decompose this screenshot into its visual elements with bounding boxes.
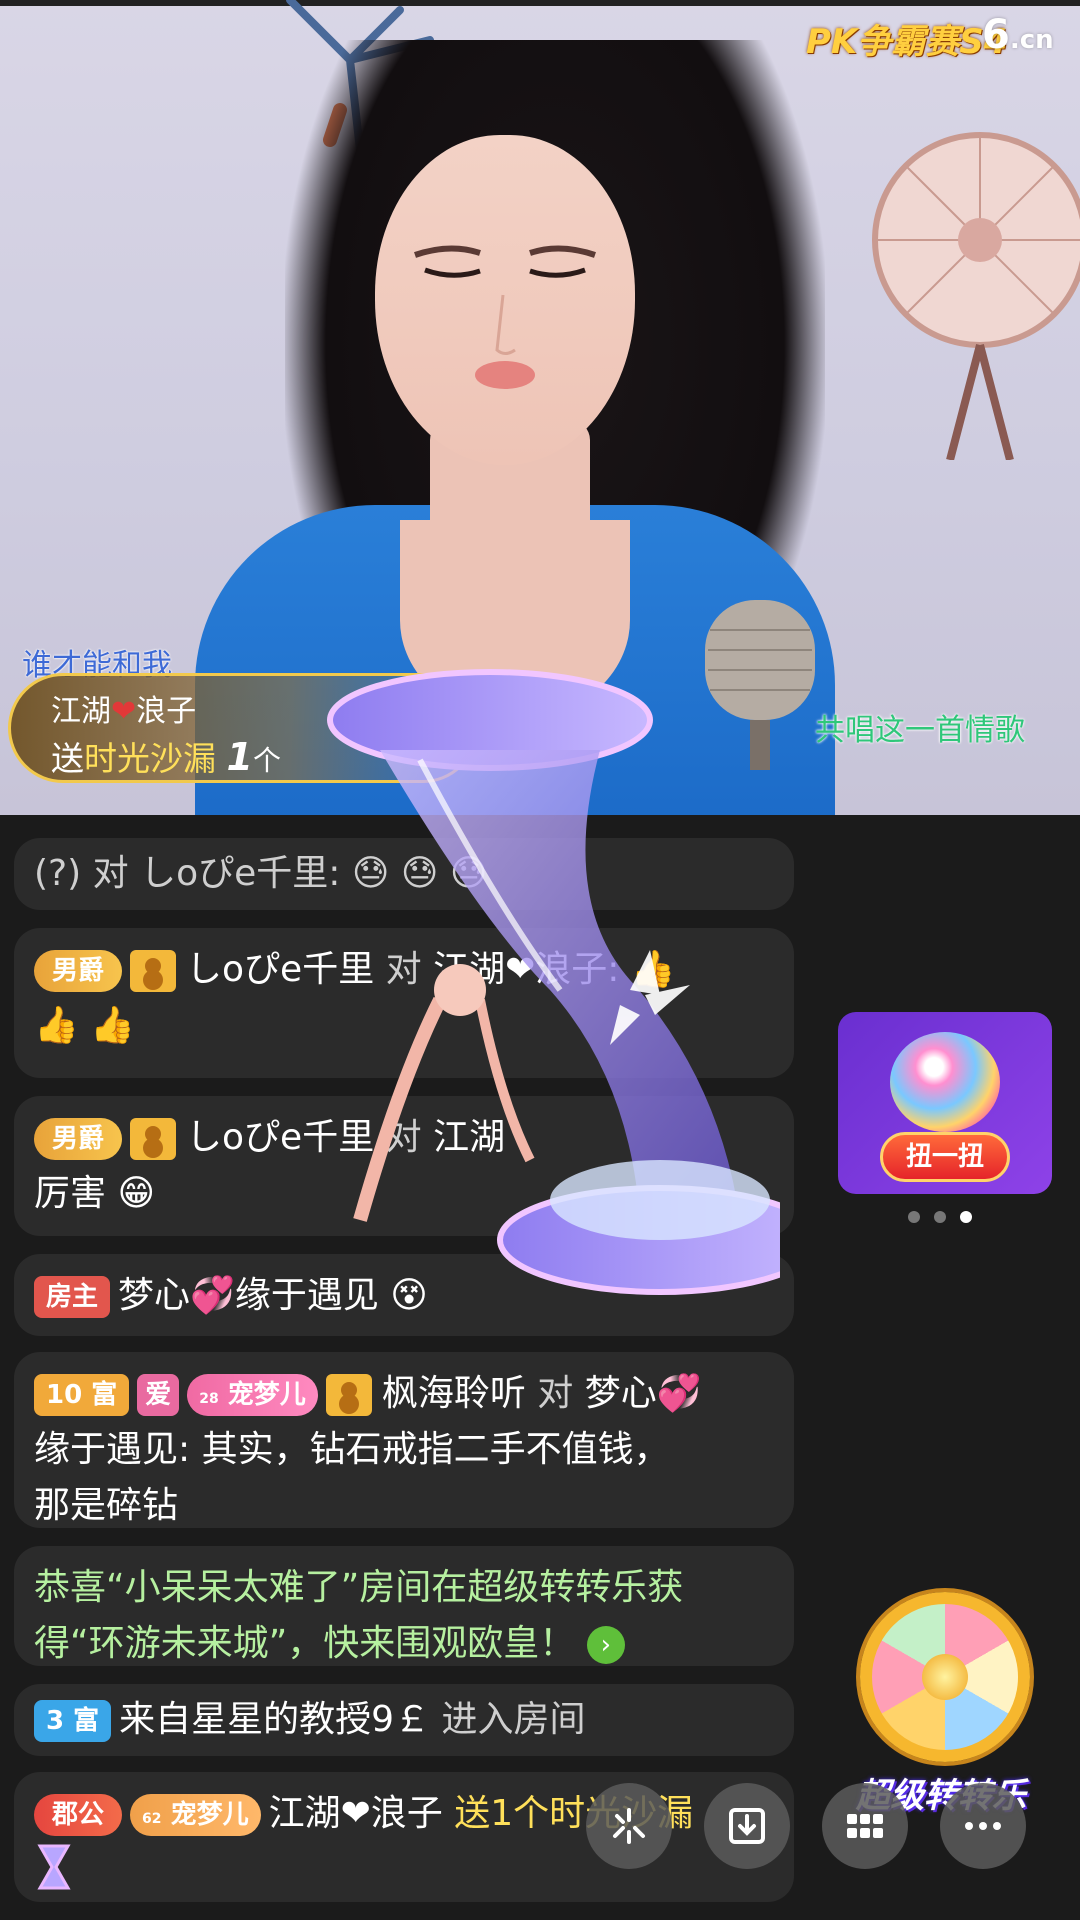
announcement-line2: 得“环游未来城”，快来围观欧皇！ bbox=[34, 1623, 576, 1664]
thumbs-up-icon: 👍 👍 bbox=[34, 1005, 136, 1046]
announcement-text: 恭喜“小呆呆太难了”房间在超级转转乐获 得“环游未来城”，快来围观欧皇！ › bbox=[34, 1560, 774, 1672]
gift-send-prefix: 送 bbox=[51, 739, 84, 778]
more-icon bbox=[965, 1822, 1001, 1830]
wealth-badge: 3 富 bbox=[34, 1700, 112, 1742]
msg-body-cont: 那是碎钻 bbox=[34, 1485, 179, 1526]
msg-target[interactable]: 江湖❤浪子 bbox=[433, 949, 607, 990]
msg-connector: 对 bbox=[525, 1373, 585, 1414]
event-logo: PK争霸赛S4 bbox=[806, 22, 1008, 62]
msg-username[interactable]: しoぴe千里 bbox=[186, 1117, 374, 1158]
emoji-group: 😓 😓 😓 bbox=[351, 853, 488, 894]
gift-count: 1 bbox=[226, 735, 253, 779]
msg-username[interactable]: しoぴe千里 bbox=[140, 853, 328, 894]
chat-message: 男爵 しoぴe千里 对 江湖 厉害 😁 bbox=[14, 1096, 794, 1236]
msg-prefix: (?) 对 bbox=[34, 853, 141, 894]
wheel-hub bbox=[922, 1654, 968, 1700]
chat-message-text: 10 富爱 28 宠梦儿 枫海聆听 对 梦心💞 缘于遇见: 其实，钻石戒指二手不值钱… bbox=[34, 1366, 774, 1534]
chat-message-text: 房主 梦心💞缘于遇见 😵 bbox=[34, 1268, 774, 1324]
user-icon bbox=[130, 950, 177, 992]
msg-body: 缘于遇见: 其实，钻石戒指二手不值钱， bbox=[34, 1429, 670, 1470]
heart-icon: ❤ bbox=[111, 694, 137, 729]
pet-badge: 62 宠梦儿 bbox=[130, 1794, 261, 1836]
chat-message: 3 富来自星星的教授9￡ 进入房间 bbox=[14, 1684, 794, 1756]
user-icon bbox=[130, 1118, 177, 1160]
gift-sender-name-a: 江湖 bbox=[51, 694, 111, 729]
announcement-line1: 恭喜“小呆呆太难了”房间在超级转转乐获 bbox=[34, 1567, 684, 1608]
site-logo-tld: .cn bbox=[1009, 25, 1054, 55]
wealth-badge: 10 富 bbox=[34, 1374, 130, 1416]
gift-name: 时光沙漏 bbox=[84, 739, 216, 778]
chat-message: 郡公 62 宠梦儿 江湖❤浪子 送1个时光沙漏 bbox=[14, 1772, 794, 1902]
msg-body: 进入房间 bbox=[430, 1699, 586, 1740]
dizzy-face-icon: 😵 bbox=[390, 1275, 428, 1316]
carousel-dot-active bbox=[960, 1211, 972, 1223]
system-announcement[interactable]: 恭喜“小呆呆太难了”房间在超级转转乐获 得“环游未来城”，快来围观欧皇！ › bbox=[14, 1546, 794, 1666]
carousel-dot bbox=[934, 1211, 946, 1223]
grid-icon bbox=[847, 1814, 883, 1838]
love-badge: 爱 bbox=[137, 1374, 180, 1416]
share-icon bbox=[613, 1808, 645, 1844]
chat-message-text: 男爵 しoぴe千里 对 江湖❤浪子: 👍 👍 👍 bbox=[34, 942, 774, 1054]
gift-sender: 江湖❤浪子 bbox=[51, 686, 196, 730]
msg-body: 厉害 bbox=[34, 1173, 107, 1214]
thumbs-up-icon: 👍 bbox=[630, 949, 676, 990]
site-logo: 6.cn bbox=[982, 12, 1054, 58]
download-button[interactable] bbox=[704, 1783, 790, 1869]
pet-badge-label: 宠梦儿 bbox=[227, 1380, 306, 1410]
gift-unit: 个 bbox=[252, 744, 281, 777]
chat-message-text: 3 富来自星星的教授9￡ 进入房间 bbox=[34, 1692, 774, 1748]
pet-badge-level: 28 bbox=[199, 1391, 219, 1407]
gift-description: 送时光沙漏 1个 bbox=[51, 732, 281, 780]
msg-target[interactable]: 江湖 bbox=[433, 1117, 505, 1158]
share-button[interactable] bbox=[586, 1783, 672, 1869]
msg-username[interactable]: 来自星星的教授9￡ bbox=[119, 1699, 430, 1740]
chat-message: 男爵 しoぴe千里 对 江湖❤浪子: 👍 👍 👍 bbox=[14, 928, 794, 1078]
msg-username[interactable]: 枫海聆听 bbox=[382, 1373, 526, 1414]
msg-connector: 对 bbox=[374, 949, 434, 990]
more-button[interactable] bbox=[940, 1783, 1026, 1869]
pet-badge: 28 宠梦儿 bbox=[187, 1374, 318, 1416]
chat-message: (?) 对 しoぴe千里: 😓 😓 😓 bbox=[14, 838, 794, 910]
msg-colon: : bbox=[607, 949, 620, 990]
user-icon bbox=[325, 1374, 372, 1416]
pet-badge-level: 62 bbox=[142, 1811, 162, 1827]
twist-button[interactable]: 扭一扭 bbox=[880, 1132, 1010, 1182]
chat-message-text: 男爵 しoぴe千里 对 江湖 厉害 😁 bbox=[34, 1110, 774, 1222]
live-video[interactable]: PK争霸赛S4 6.cn 谁才能和我 共唱这一首情歌 江湖❤浪子 送时光沙漏 1… bbox=[0, 0, 1080, 815]
chat-message-text: (?) 对 しoぴe千里: 😓 😓 😓 bbox=[34, 846, 774, 902]
rank-badge: 郡公 bbox=[34, 1794, 123, 1836]
status-bar bbox=[0, 0, 1080, 6]
chat-message: 10 富爱 28 宠梦儿 枫海聆听 对 梦心💞 缘于遇见: 其实，钻石戒指二手不值钱… bbox=[14, 1352, 794, 1528]
rank-badge: 男爵 bbox=[34, 950, 123, 992]
hourglass-gift-icon bbox=[37, 1844, 71, 1890]
msg-target[interactable]: 梦心💞 bbox=[585, 1373, 702, 1414]
pet-badge-label: 宠梦儿 bbox=[170, 1800, 249, 1830]
msg-username[interactable]: しoぴe千里 bbox=[186, 949, 374, 990]
grin-icon: 😁 bbox=[117, 1173, 155, 1214]
gift-notification-banner: 江湖❤浪子 送时光沙漏 1个 bbox=[8, 673, 478, 783]
carousel-indicator bbox=[908, 1208, 986, 1227]
arrow-right-icon[interactable]: › bbox=[586, 1626, 625, 1664]
msg-username[interactable]: 江湖❤浪子 bbox=[269, 1793, 443, 1834]
rank-badge: 男爵 bbox=[34, 1118, 123, 1160]
lyric-caption-right: 共唱这一首情歌 bbox=[815, 713, 1025, 748]
gacha-ball-icon bbox=[890, 1032, 1000, 1132]
download-icon bbox=[729, 1808, 765, 1844]
apps-button[interactable] bbox=[822, 1783, 908, 1869]
host-badge: 房主 bbox=[34, 1276, 111, 1318]
msg-colon: : bbox=[328, 853, 341, 894]
microphone bbox=[705, 600, 815, 770]
site-logo-main: 6 bbox=[982, 12, 1010, 58]
msg-body: 梦心💞缘于遇见 bbox=[118, 1275, 379, 1316]
gift-sender-name-b: 浪子 bbox=[136, 694, 197, 729]
fan-decoration bbox=[872, 132, 1080, 460]
twist-game-widget[interactable]: 扭一扭 bbox=[838, 1012, 1052, 1194]
msg-connector: 对 bbox=[374, 1117, 434, 1158]
carousel-dot bbox=[908, 1211, 920, 1223]
streamer-face bbox=[375, 135, 635, 465]
chat-message: 房主 梦心💞缘于遇见 😵 bbox=[14, 1254, 794, 1336]
lucky-wheel-widget[interactable] bbox=[860, 1592, 1030, 1762]
